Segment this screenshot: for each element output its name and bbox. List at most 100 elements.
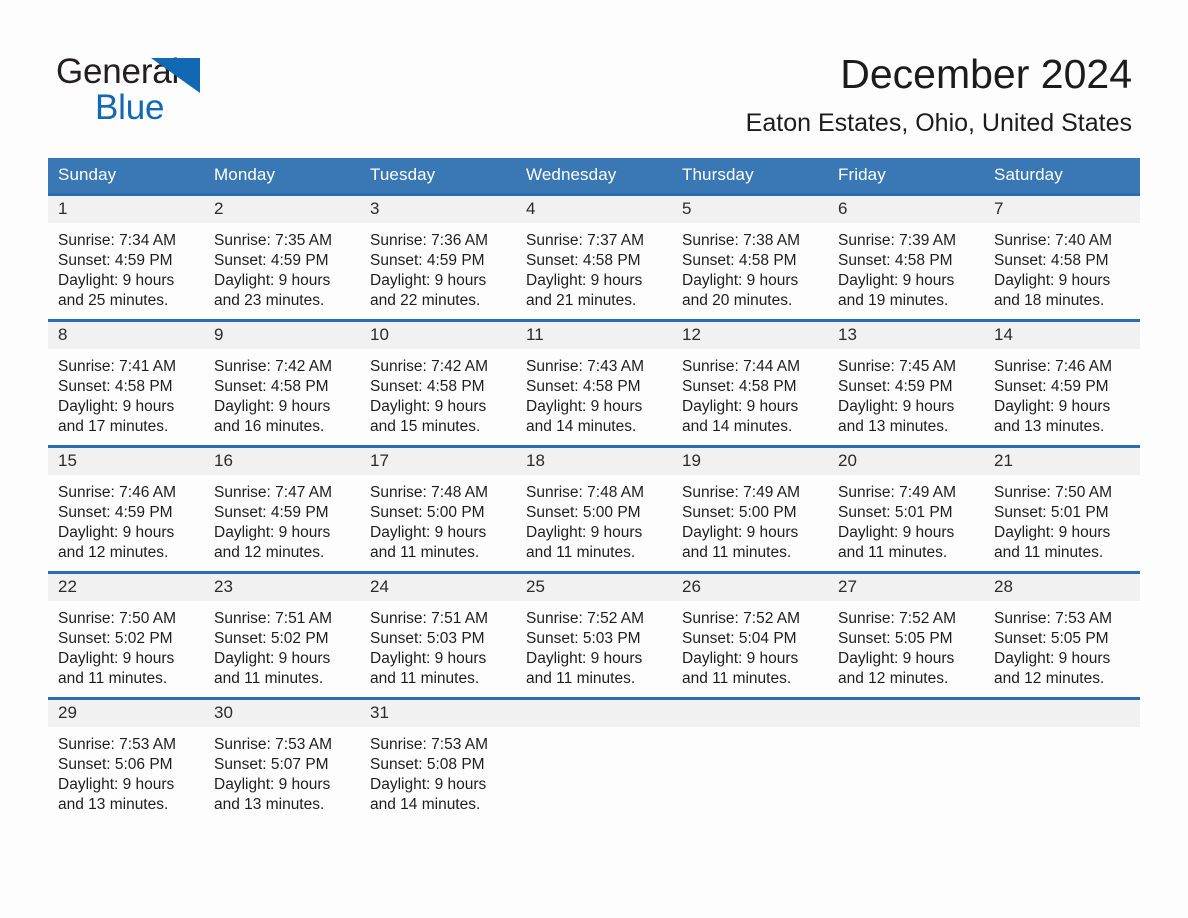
sunrise-text: Sunrise: 7:51 AM	[214, 610, 333, 627]
daylight-text-line2: and 14 minutes.	[526, 418, 637, 435]
day-details: Sunrise: 7:51 AM Sunset: 5:02 PM Dayligh…	[204, 601, 360, 697]
day-details: Sunrise: 7:39 AM Sunset: 4:58 PM Dayligh…	[828, 223, 984, 319]
sunset-text: Sunset: 4:58 PM	[682, 378, 797, 395]
sunrise-text: Sunrise: 7:40 AM	[994, 232, 1113, 249]
day-details: Sunrise: 7:42 AM Sunset: 4:58 PM Dayligh…	[360, 349, 516, 445]
weekday-header-monday: Monday	[204, 158, 360, 195]
day-cell[interactable]: 11 Sunrise: 7:43 AM Sunset: 4:58 PM Dayl…	[516, 319, 672, 447]
sunrise-text: Sunrise: 7:45 AM	[838, 358, 957, 375]
daylight-text-line1: Daylight: 9 hours	[370, 524, 487, 541]
sunrise-text: Sunrise: 7:34 AM	[58, 232, 177, 249]
daylight-text-line2: and 11 minutes.	[682, 544, 792, 561]
sunset-text: Sunset: 5:03 PM	[526, 630, 641, 647]
daylight-text-line2: and 14 minutes.	[682, 418, 793, 435]
day-cell[interactable]: 15 Sunrise: 7:46 AM Sunset: 4:59 PM Dayl…	[48, 445, 204, 573]
day-cell[interactable]: 26 Sunrise: 7:52 AM Sunset: 5:04 PM Dayl…	[672, 571, 828, 699]
day-cell[interactable]: 7 Sunrise: 7:40 AM Sunset: 4:58 PM Dayli…	[984, 193, 1140, 321]
daylight-text-line2: and 11 minutes.	[370, 670, 480, 687]
day-cell[interactable]: 27 Sunrise: 7:52 AM Sunset: 5:05 PM Dayl…	[828, 571, 984, 699]
day-cell[interactable]: 2 Sunrise: 7:35 AM Sunset: 4:59 PM Dayli…	[204, 193, 360, 321]
day-cell[interactable]: 22 Sunrise: 7:50 AM Sunset: 5:02 PM Dayl…	[48, 571, 204, 699]
sunset-text: Sunset: 5:00 PM	[526, 504, 641, 521]
sunrise-text: Sunrise: 7:35 AM	[214, 232, 333, 249]
daylight-text-line2: and 15 minutes.	[370, 418, 481, 435]
day-cell[interactable]: 16 Sunrise: 7:47 AM Sunset: 4:59 PM Dayl…	[204, 445, 360, 573]
daylight-text-line1: Daylight: 9 hours	[682, 272, 799, 289]
day-cell[interactable]: 1 Sunrise: 7:34 AM Sunset: 4:59 PM Dayli…	[48, 193, 204, 321]
sunrise-text: Sunrise: 7:53 AM	[994, 610, 1113, 627]
logo-text-blue: Blue	[95, 88, 165, 127]
day-number: 9	[204, 322, 360, 349]
day-number: 11	[516, 322, 672, 349]
day-details: Sunrise: 7:49 AM Sunset: 5:01 PM Dayligh…	[828, 475, 984, 571]
day-cell[interactable]: 24 Sunrise: 7:51 AM Sunset: 5:03 PM Dayl…	[360, 571, 516, 699]
sunset-text: Sunset: 4:59 PM	[214, 252, 329, 269]
daylight-text-line2: and 23 minutes.	[214, 292, 325, 309]
day-details: Sunrise: 7:41 AM Sunset: 4:58 PM Dayligh…	[48, 349, 204, 445]
day-cell[interactable]: 18 Sunrise: 7:48 AM Sunset: 5:00 PM Dayl…	[516, 445, 672, 573]
generalblue-logo[interactable]: General Blue	[56, 52, 356, 127]
day-cell[interactable]: 17 Sunrise: 7:48 AM Sunset: 5:00 PM Dayl…	[360, 445, 516, 573]
sunrise-text: Sunrise: 7:52 AM	[838, 610, 957, 627]
day-details: Sunrise: 7:53 AM Sunset: 5:06 PM Dayligh…	[48, 727, 204, 823]
day-cell[interactable]: 30 Sunrise: 7:53 AM Sunset: 5:07 PM Dayl…	[204, 697, 360, 823]
day-number: 13	[828, 322, 984, 349]
day-cell[interactable]: 19 Sunrise: 7:49 AM Sunset: 5:00 PM Dayl…	[672, 445, 828, 573]
day-cell[interactable]: 20 Sunrise: 7:49 AM Sunset: 5:01 PM Dayl…	[828, 445, 984, 573]
daylight-text-line1: Daylight: 9 hours	[214, 398, 331, 415]
daylight-text-line2: and 17 minutes.	[58, 418, 169, 435]
sunset-text: Sunset: 5:06 PM	[58, 756, 173, 773]
daylight-text-line1: Daylight: 9 hours	[370, 650, 487, 667]
sunset-text: Sunset: 4:58 PM	[682, 252, 797, 269]
day-cell[interactable]: 10 Sunrise: 7:42 AM Sunset: 4:58 PM Dayl…	[360, 319, 516, 447]
daylight-text-line1: Daylight: 9 hours	[526, 398, 643, 415]
day-details: Sunrise: 7:50 AM Sunset: 5:01 PM Dayligh…	[984, 475, 1140, 571]
day-cell[interactable]: 25 Sunrise: 7:52 AM Sunset: 5:03 PM Dayl…	[516, 571, 672, 699]
weekday-header-saturday: Saturday	[984, 158, 1140, 195]
sunrise-text: Sunrise: 7:48 AM	[526, 484, 645, 501]
daylight-text-line2: and 13 minutes.	[838, 418, 949, 435]
day-details: Sunrise: 7:48 AM Sunset: 5:00 PM Dayligh…	[360, 475, 516, 571]
day-details: Sunrise: 7:37 AM Sunset: 4:58 PM Dayligh…	[516, 223, 672, 319]
day-number: 1	[48, 196, 204, 223]
sunset-text: Sunset: 5:02 PM	[214, 630, 329, 647]
day-cell[interactable]: 3 Sunrise: 7:36 AM Sunset: 4:59 PM Dayli…	[360, 193, 516, 321]
sunset-text: Sunset: 4:58 PM	[526, 378, 641, 395]
day-number: 14	[984, 322, 1140, 349]
sunrise-text: Sunrise: 7:42 AM	[214, 358, 333, 375]
sunrise-text: Sunrise: 7:53 AM	[214, 736, 333, 753]
day-cell[interactable]: 31 Sunrise: 7:53 AM Sunset: 5:08 PM Dayl…	[360, 697, 516, 823]
day-details: Sunrise: 7:44 AM Sunset: 4:58 PM Dayligh…	[672, 349, 828, 445]
day-cell[interactable]: 13 Sunrise: 7:45 AM Sunset: 4:59 PM Dayl…	[828, 319, 984, 447]
sunrise-text: Sunrise: 7:52 AM	[682, 610, 801, 627]
day-cell-empty	[828, 697, 984, 823]
day-cell[interactable]: 4 Sunrise: 7:37 AM Sunset: 4:58 PM Dayli…	[516, 193, 672, 321]
day-cell[interactable]: 6 Sunrise: 7:39 AM Sunset: 4:58 PM Dayli…	[828, 193, 984, 321]
day-number: 21	[984, 448, 1140, 475]
sunrise-text: Sunrise: 7:43 AM	[526, 358, 645, 375]
sunrise-text: Sunrise: 7:39 AM	[838, 232, 957, 249]
day-cell[interactable]: 8 Sunrise: 7:41 AM Sunset: 4:58 PM Dayli…	[48, 319, 204, 447]
day-cell[interactable]: 9 Sunrise: 7:42 AM Sunset: 4:58 PM Dayli…	[204, 319, 360, 447]
day-cell[interactable]: 28 Sunrise: 7:53 AM Sunset: 5:05 PM Dayl…	[984, 571, 1140, 699]
weekday-header-tuesday: Tuesday	[360, 158, 516, 195]
day-number: 17	[360, 448, 516, 475]
sunset-text: Sunset: 5:00 PM	[370, 504, 485, 521]
day-details: Sunrise: 7:42 AM Sunset: 4:58 PM Dayligh…	[204, 349, 360, 445]
daylight-text-line2: and 11 minutes.	[370, 544, 480, 561]
day-cell[interactable]: 23 Sunrise: 7:51 AM Sunset: 5:02 PM Dayl…	[204, 571, 360, 699]
day-details: Sunrise: 7:49 AM Sunset: 5:00 PM Dayligh…	[672, 475, 828, 571]
day-cell[interactable]: 12 Sunrise: 7:44 AM Sunset: 4:58 PM Dayl…	[672, 319, 828, 447]
daylight-text-line1: Daylight: 9 hours	[370, 272, 487, 289]
day-cell[interactable]: 14 Sunrise: 7:46 AM Sunset: 4:59 PM Dayl…	[984, 319, 1140, 447]
day-cell[interactable]: 29 Sunrise: 7:53 AM Sunset: 5:06 PM Dayl…	[48, 697, 204, 823]
day-details: Sunrise: 7:52 AM Sunset: 5:04 PM Dayligh…	[672, 601, 828, 697]
day-cell[interactable]: 21 Sunrise: 7:50 AM Sunset: 5:01 PM Dayl…	[984, 445, 1140, 573]
day-cell[interactable]: 5 Sunrise: 7:38 AM Sunset: 4:58 PM Dayli…	[672, 193, 828, 321]
day-number: 18	[516, 448, 672, 475]
page-header: General Blue December 2024 Eaton Estates…	[0, 0, 1188, 158]
daylight-text-line1: Daylight: 9 hours	[214, 524, 331, 541]
daylight-text-line2: and 25 minutes.	[58, 292, 169, 309]
day-details: Sunrise: 7:38 AM Sunset: 4:58 PM Dayligh…	[672, 223, 828, 319]
sunrise-text: Sunrise: 7:46 AM	[994, 358, 1113, 375]
